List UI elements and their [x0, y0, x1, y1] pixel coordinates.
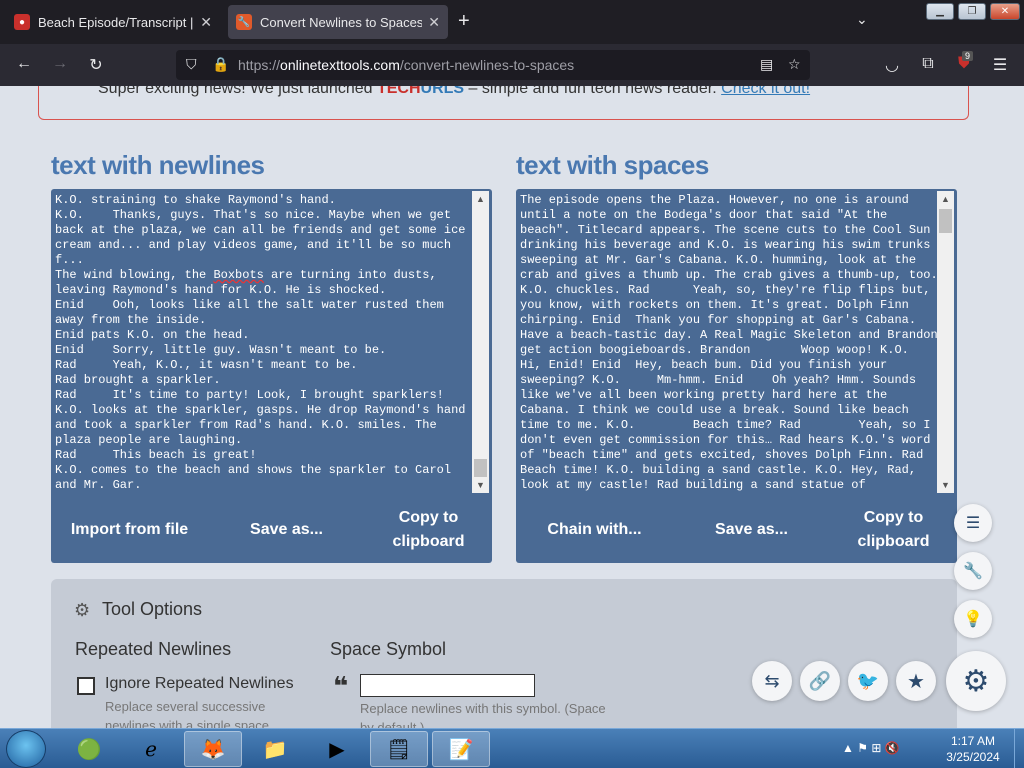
- input-panel: K.O. straining to shake Raymond's hand. …: [51, 189, 492, 563]
- ok-ko-favicon-icon: ●: [14, 14, 30, 30]
- pocket-icon[interactable]: ◡: [882, 55, 902, 75]
- extension-badge: 9: [962, 51, 974, 61]
- input-button-row: Import from file Save as... Copy to clip…: [51, 497, 492, 563]
- copy-to-clipboard-button[interactable]: Copy to clipboard: [844, 506, 944, 554]
- reload-icon[interactable]: ↻: [86, 55, 106, 75]
- output-panel-title: text with spaces: [516, 150, 709, 180]
- output-panel: The episode opens the Plaza. However, no…: [516, 189, 957, 563]
- scroll-up-arrow-icon[interactable]: ▲: [472, 191, 489, 207]
- tab-title: Convert Newlines to Spaces in: [260, 14, 423, 30]
- twitter-bird-icon[interactable]: 🐦: [848, 661, 888, 701]
- spelling-error-word: Boxbots: [213, 268, 264, 282]
- scroll-down-arrow-icon[interactable]: ▼: [937, 477, 954, 493]
- wrench-favicon-icon: 🔧: [236, 14, 252, 30]
- new-tab-icon[interactable]: +: [458, 10, 470, 33]
- import-from-file-button[interactable]: Import from file: [65, 518, 195, 542]
- system-tray: ▲ ⚑ ⊞ 🔇: [842, 741, 900, 755]
- clock-time: 1:17 AM: [950, 734, 996, 748]
- system-clock[interactable]: 1:17 AM 3/25/2024: [938, 733, 1008, 765]
- url-bar[interactable]: ⛉ 🔒 https://onlinetexttools.com/convert-…: [176, 50, 810, 80]
- minimize-window-button[interactable]: ▁: [926, 3, 954, 20]
- space-symbol-input[interactable]: [360, 674, 535, 697]
- file-explorer-icon[interactable]: 📁: [246, 731, 304, 767]
- check-it-out-link[interactable]: Check it out!: [721, 86, 810, 97]
- browser-tab-bar: ● Beach Episode/Transcript | OK K ✕ 🔧 Co…: [0, 0, 1024, 44]
- save-as-button[interactable]: Save as...: [687, 518, 817, 542]
- techurls-brand-tech: TECH: [376, 86, 421, 97]
- show-desktop-button[interactable]: [1014, 729, 1024, 768]
- windows-start-button[interactable]: [6, 730, 46, 768]
- extensions-puzzle-icon[interactable]: ⧉: [918, 55, 938, 73]
- tray-chevron-icon[interactable]: ▲: [842, 741, 854, 755]
- link-chain-icon[interactable]: 🔗: [800, 661, 840, 701]
- app-browser-icon[interactable]: 🟢: [60, 731, 118, 767]
- tab-beach-episode[interactable]: ● Beach Episode/Transcript | OK K ✕: [6, 5, 220, 39]
- tool-options-section: ⚙ Tool Options Repeated Newlines Space S…: [51, 579, 957, 728]
- input-scrollbar[interactable]: ▲ ▼: [472, 191, 489, 493]
- save-as-button[interactable]: Save as...: [222, 518, 352, 542]
- bookmark-star-icon[interactable]: ☆: [788, 56, 801, 73]
- gear-icon: ⚙: [74, 600, 91, 620]
- network-icon[interactable]: ⊞: [871, 741, 881, 755]
- input-panel-title: text with newlines: [51, 150, 265, 180]
- volume-muted-icon[interactable]: 🔇: [885, 741, 900, 755]
- repeated-newlines-header: Repeated Newlines: [75, 639, 232, 659]
- close-window-button[interactable]: ✕: [990, 3, 1020, 20]
- page-content: Super exciting news! We just launched TE…: [0, 86, 1024, 728]
- tab-title: Beach Episode/Transcript | OK K: [38, 14, 194, 30]
- back-arrow-icon[interactable]: ←: [14, 55, 34, 73]
- lock-icon[interactable]: 🔒: [212, 56, 229, 73]
- lightbulb-icon[interactable]: 💡: [954, 600, 992, 638]
- forward-arrow-icon[interactable]: →: [50, 55, 70, 73]
- space-symbol-description: Replace newlines with this symbol. (Spac…: [360, 701, 606, 728]
- announcement-banner: Super exciting news! We just launched TE…: [38, 86, 969, 120]
- sticky-notes-icon[interactable]: 🗒: [370, 731, 428, 767]
- ignore-repeated-newlines-checkbox[interactable]: [77, 677, 95, 695]
- hamburger-menu-icon[interactable]: ☰: [990, 55, 1010, 75]
- ignore-repeated-newlines-label[interactable]: Ignore Repeated Newlines: [105, 675, 294, 693]
- internet-explorer-icon[interactable]: ℯ: [122, 731, 180, 767]
- scrollbar-thumb[interactable]: [939, 209, 952, 233]
- url-text: https://onlinetexttools.com/convert-newl…: [238, 57, 575, 73]
- ignore-repeated-newlines-description: Replace several successive newlines with…: [105, 699, 273, 728]
- techurls-brand-urls: URLS: [420, 86, 465, 97]
- tool-options-title: Tool Options: [102, 599, 203, 619]
- flag-icon[interactable]: ⚑: [857, 741, 868, 755]
- copy-to-clipboard-button[interactable]: Copy to clipboard: [379, 506, 479, 554]
- tab-convert-newlines[interactable]: 🔧 Convert Newlines to Spaces in ✕: [228, 5, 448, 39]
- browser-nav-bar: ← → ↻ ⛉ 🔒 https://onlinetexttools.com/co…: [0, 44, 1024, 86]
- output-scrollbar[interactable]: ▲ ▼: [937, 191, 954, 493]
- scroll-up-arrow-icon[interactable]: ▲: [937, 191, 954, 207]
- quote-icon: ❝: [333, 671, 349, 701]
- shield-icon[interactable]: ⛉: [186, 56, 197, 73]
- settings-gear-icon[interactable]: ⚙: [946, 651, 1006, 711]
- windows-taskbar: 🟢 ℯ 🦊 📁 ▶ 🗒 📝 ▲ ⚑ ⊞ 🔇 1:17 AM 3/25/2024: [0, 728, 1024, 768]
- maximize-window-button[interactable]: ❐: [958, 3, 986, 20]
- text-notes-icon[interactable]: ☰: [954, 504, 992, 542]
- wrench-tools-icon[interactable]: 🔧: [954, 552, 992, 590]
- banner-text: Super exciting news! We just launched TE…: [98, 86, 810, 98]
- close-tab-icon[interactable]: ✕: [428, 14, 440, 31]
- clock-date: 3/25/2024: [946, 750, 1000, 764]
- input-textarea[interactable]: K.O. straining to shake Raymond's hand. …: [55, 193, 473, 493]
- output-button-row: Chain with... Save as... Copy to clipboa…: [516, 497, 957, 563]
- tab-list-chevron-icon[interactable]: ⌄: [856, 11, 868, 28]
- close-tab-icon[interactable]: ✕: [200, 14, 212, 31]
- swap-arrows-icon[interactable]: ⇆: [752, 661, 792, 701]
- firefox-icon[interactable]: 🦊: [184, 731, 242, 767]
- star-favorite-icon[interactable]: ★: [896, 661, 936, 701]
- notepad-icon[interactable]: 📝: [432, 731, 490, 767]
- output-textarea[interactable]: The episode opens the Plaza. However, no…: [520, 193, 938, 493]
- chain-with-button[interactable]: Chain with...: [530, 518, 660, 542]
- reader-view-icon[interactable]: ▤: [760, 56, 773, 73]
- scrollbar-thumb[interactable]: [474, 459, 487, 477]
- media-player-icon[interactable]: ▶: [308, 731, 366, 767]
- space-symbol-header: Space Symbol: [330, 639, 447, 659]
- scroll-down-arrow-icon[interactable]: ▼: [472, 477, 489, 493]
